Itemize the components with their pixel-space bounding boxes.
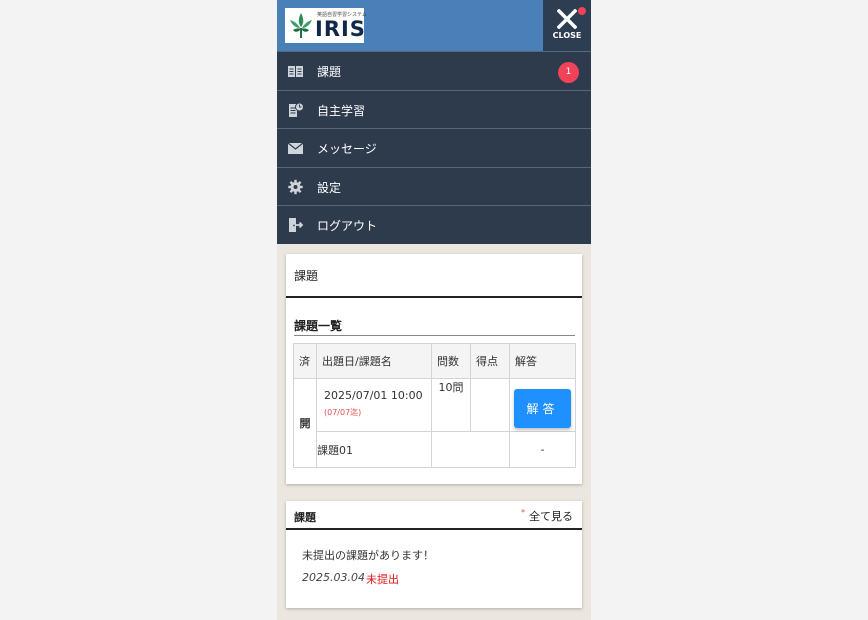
assignment-table: 済 出題日/課題名 問数 得点 解答 開 2025/07/01 10:00 (0… <box>293 343 576 468</box>
menu-item-label: 課題 <box>317 65 342 79</box>
score-cell <box>470 378 510 432</box>
assignment-count-badge: 1 <box>558 62 579 83</box>
iris-logo[interactable]: 英語自習学習システム IRIS <box>285 8 367 43</box>
card-title: 課題 <box>294 269 319 283</box>
assignment-date-cell: 2025/07/01 10:00 (07/07迄) <box>316 378 432 432</box>
table-row: 課題01 - <box>294 431 576 468</box>
gear-icon <box>288 179 303 194</box>
see-all-marker: * <box>521 508 525 517</box>
study-icon <box>289 102 304 117</box>
assignments-card: 課題 課題一覧 済 出題日/課題名 問数 得点 解答 開 2025/07/01 … <box>286 254 582 484</box>
empty-cell <box>431 431 510 468</box>
assignment-name[interactable]: 課題01 <box>316 431 432 468</box>
menu-item-label: 設定 <box>317 180 342 195</box>
title-divider <box>286 296 582 298</box>
menu-item-label: ログアウト <box>317 219 378 234</box>
answer-placeholder: - <box>509 431 576 468</box>
answer-cell: 解答 <box>509 378 576 432</box>
close-label: CLOSE <box>552 31 582 40</box>
see-all-link[interactable]: * 全て見る <box>521 508 573 524</box>
iris-flower-icon <box>290 13 312 38</box>
assignment-due: (07/07迄) <box>324 408 362 417</box>
see-all-label: 全て見る <box>529 510 573 523</box>
logo-wordmark: IRIS <box>315 17 366 41</box>
mail-icon <box>287 142 304 155</box>
close-icon <box>557 9 577 29</box>
column-header-questions: 問数 <box>431 343 471 379</box>
done-status: 開 <box>293 378 317 468</box>
app-header: 英語自習学習システム IRIS CLOSE <box>277 0 591 51</box>
menu-item-self-study[interactable]: 自主学習 <box>277 89 591 129</box>
book-icon <box>288 66 303 77</box>
column-header-answer: 解答 <box>509 343 576 379</box>
side-menu: 課題 1 自主学習 メッセージ 設定 ログアウト <box>277 51 591 244</box>
menu-item-label: メッセージ <box>317 142 377 157</box>
menu-item-logout[interactable]: ログアウト <box>277 205 591 244</box>
unsubmitted-status[interactable]: 未提出 <box>366 571 399 587</box>
menu-item-label: 自主学習 <box>317 103 366 118</box>
assignment-list-heading: 課題一覧 <box>294 319 343 333</box>
answer-button[interactable]: 解答 <box>514 389 571 428</box>
mobile-app: 英語自習学習システム IRIS CLOSE 課題 1 自主学習 メッセージ 設定… <box>277 0 591 620</box>
logout-icon <box>289 218 304 233</box>
menu-item-messages[interactable]: メッセージ <box>277 128 591 167</box>
question-count: 10問 <box>431 378 471 432</box>
title-divider <box>286 528 582 530</box>
card-title: 課題 <box>294 511 316 524</box>
column-header-score: 得点 <box>470 343 510 379</box>
assignment-news-card: 課題 * 全て見る 未提出の課題があります！ 2025.03.04 未提出 <box>286 501 582 608</box>
heading-divider <box>294 335 575 336</box>
close-menu-button[interactable]: CLOSE <box>543 0 591 51</box>
news-date: 2025.03.04 <box>302 571 365 584</box>
table-row: 開 2025/07/01 10:00 (07/07迄) 10問 解答 <box>293 378 576 468</box>
column-header-done: 済 <box>293 343 317 379</box>
table-header-row: 済 出題日/課題名 問数 得点 解答 <box>293 343 576 379</box>
notification-dot <box>578 7 586 15</box>
unsubmitted-notice: 未提出の課題があります！ <box>302 549 434 562</box>
assignment-date: 2025/07/01 10:00 <box>324 389 423 402</box>
menu-item-assignments[interactable]: 課題 1 <box>277 51 591 90</box>
column-header-name: 出題日/課題名 <box>316 343 432 379</box>
menu-item-settings[interactable]: 設定 <box>277 166 591 206</box>
